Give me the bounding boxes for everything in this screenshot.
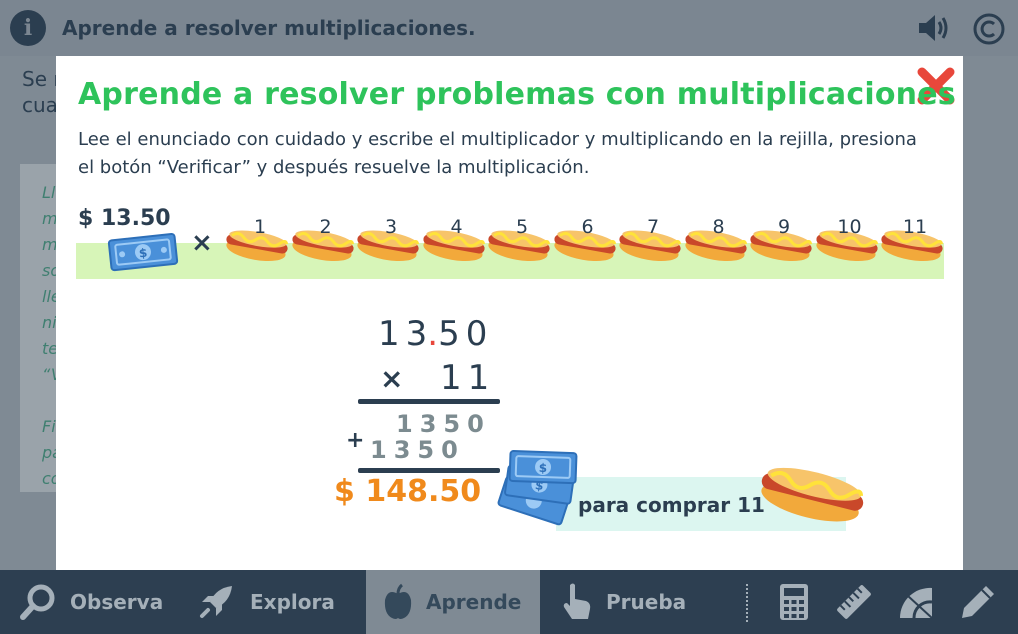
hand-pointer-icon <box>563 583 591 619</box>
panel-line: lle <box>42 287 56 306</box>
nav-label: Explora <box>250 590 335 614</box>
modal-title: Aprende a resolver problemas con multipl… <box>78 77 956 112</box>
rocket-icon <box>200 586 232 618</box>
partial-product-2: 1350 <box>370 436 465 464</box>
nav-observa[interactable]: Observa <box>18 570 163 634</box>
ruler-icon[interactable] <box>834 582 874 622</box>
panel-line <box>42 388 56 414</box>
nav-prueba[interactable]: Prueba <box>560 570 686 634</box>
search-icon <box>20 584 55 620</box>
result-caption: para comprar 11 <box>578 493 765 517</box>
multiplication-rule <box>358 399 500 404</box>
multiplicand: 13.50 <box>378 314 493 354</box>
panel-line: pa <box>42 443 56 462</box>
hotdog-number: 10 <box>837 216 862 238</box>
copyright-icon[interactable] <box>972 12 1006 46</box>
top-bar: i Aprende a resolver multiplicaciones. <box>0 0 1018 56</box>
panel-line: so <box>42 261 56 280</box>
hotdog-number: 11 <box>902 216 928 238</box>
calculator-icon[interactable] <box>774 582 814 622</box>
times-symbol: × <box>191 228 213 258</box>
plus-symbol: + <box>346 428 365 453</box>
pencil-icon[interactable] <box>958 582 998 622</box>
nav-label: Aprende <box>426 590 522 614</box>
hotdog-number: 7 <box>646 216 660 238</box>
money-stack-icon: $ $ <box>497 449 578 526</box>
hotdog-number: 6 <box>581 216 594 238</box>
hotdog-number: 4 <box>450 216 463 238</box>
panel-line: co <box>42 469 56 488</box>
modal-description: Lee el enunciado con cuidado y escribe e… <box>78 129 917 178</box>
partial-product-1: 1350 <box>396 410 491 438</box>
hotdog-number: 2 <box>319 216 332 238</box>
svg-text:$: $ <box>138 246 148 261</box>
nav-explora[interactable]: Explora <box>196 570 335 634</box>
nav-label: Prueba <box>606 590 687 614</box>
svg-text:$: $ <box>539 461 548 475</box>
panel-line: m <box>42 206 56 232</box>
panel-line: m <box>42 232 56 258</box>
panel-line: te <box>42 339 56 358</box>
nav-divider <box>746 584 748 622</box>
bottom-nav: Observa Explora Aprende Prueba <box>0 570 1018 634</box>
price-label: $ 13.50 <box>78 206 171 231</box>
protractor-icon[interactable] <box>896 582 936 622</box>
decimal-point: . <box>427 314 439 354</box>
money-bill-icon: $ <box>107 233 179 272</box>
hotdog-number: 9 <box>777 216 791 238</box>
sum-rule <box>358 468 500 473</box>
speaker-icon[interactable] <box>916 12 952 44</box>
nav-aprende[interactable]: Aprende <box>366 570 540 634</box>
multiplicand-integer: 13 <box>378 314 434 354</box>
panel-line: ni <box>42 313 56 332</box>
hotdog-number: 5 <box>515 216 529 238</box>
background-panel-text: Ll m m so lle ni te “V Fi pa co <box>42 180 56 492</box>
panel-line: “V <box>42 365 56 384</box>
multiplier: 11 <box>440 358 496 398</box>
big-hotdog-icon <box>761 467 864 522</box>
info-icon[interactable]: i <box>10 10 46 46</box>
hotdog-number: 1 <box>253 216 267 238</box>
nav-label: Observa <box>70 590 164 614</box>
multiplicand-decimal: 50 <box>438 314 494 354</box>
result-value: $ 148.50 <box>334 474 482 509</box>
multiply-symbol: × <box>380 362 404 395</box>
hotdog-number: 3 <box>384 216 398 238</box>
hotdog-number: 8 <box>712 216 725 238</box>
apple-icon <box>384 583 412 619</box>
lesson-modal: Aprende a resolver problemas con multipl… <box>56 56 963 570</box>
panel-line: Fi <box>42 417 56 436</box>
page-title: Aprende a resolver multiplicaciones. <box>62 16 476 40</box>
panel-line: Ll <box>42 183 56 202</box>
